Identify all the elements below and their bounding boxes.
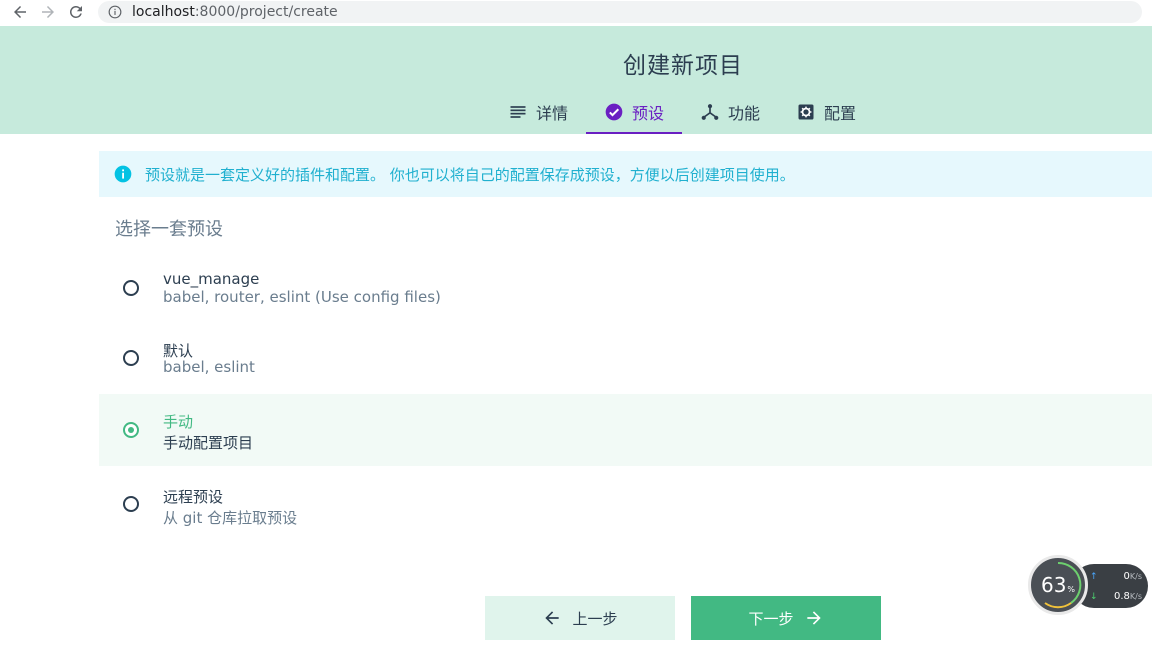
preset-option-default[interactable]: 默认 babel, eslint bbox=[99, 322, 1152, 394]
address-bar[interactable]: localhost:8000/project/create bbox=[98, 1, 1142, 23]
tab-label: 预设 bbox=[632, 104, 665, 123]
page-title: 创建新项目 bbox=[623, 53, 743, 79]
preset-desc: babel, eslint bbox=[163, 358, 255, 376]
preset-option-manual[interactable]: 手动 手动配置项目 bbox=[99, 394, 1152, 466]
arrow-right-icon bbox=[806, 611, 821, 625]
arrow-up-icon: ↑ bbox=[1090, 571, 1098, 582]
button-label: 上一步 bbox=[572, 609, 618, 628]
arrow-left-icon bbox=[545, 611, 560, 625]
preset-option-vue-manage[interactable]: vue_manage babel, router, eslint (Use co… bbox=[99, 252, 1152, 324]
previous-step-button[interactable]: 上一步 bbox=[485, 596, 675, 640]
preset-option-remote[interactable]: 远程预设 从 git 仓库拉取预设 bbox=[99, 468, 1152, 540]
tab-features[interactable]: 功能 bbox=[682, 90, 778, 134]
tab-config[interactable]: 配置 bbox=[778, 90, 874, 134]
radio-button[interactable] bbox=[123, 496, 139, 512]
upload-unit: K/s bbox=[1129, 572, 1142, 581]
preset-name: 手动 bbox=[163, 413, 194, 431]
url-path: :8000/project/create bbox=[194, 4, 338, 20]
button-label: 下一步 bbox=[748, 609, 794, 628]
preset-desc: 手动配置项目 bbox=[163, 434, 254, 452]
forward-arrow-icon[interactable] bbox=[34, 2, 62, 22]
preset-desc: 从 git 仓库拉取预设 bbox=[163, 509, 298, 527]
reload-icon[interactable] bbox=[62, 2, 90, 22]
upload-speed: ↑ 0K/s bbox=[1090, 571, 1142, 582]
preset-name: 远程预设 bbox=[163, 488, 224, 506]
browser-toolbar: localhost:8000/project/create bbox=[0, 0, 1152, 24]
url-host: localhost bbox=[132, 4, 195, 20]
tab-label: 功能 bbox=[728, 104, 761, 123]
radio-button-checked[interactable] bbox=[123, 422, 139, 438]
radio-button[interactable] bbox=[123, 350, 139, 366]
fork-icon bbox=[701, 104, 719, 120]
radio-button[interactable] bbox=[123, 280, 139, 296]
info-icon bbox=[108, 5, 122, 19]
preset-name: vue_manage bbox=[163, 270, 260, 288]
tab-presets[interactable]: 预设 bbox=[586, 90, 683, 134]
check-circle-icon bbox=[605, 103, 623, 121]
info-text: 预设就是一套定义好的插件和配置。 你也可以将自己的配置保存成预设，方便以后创建项… bbox=[145, 165, 795, 184]
tab-label: 详情 bbox=[536, 104, 569, 123]
page-header: 创建新项目 详情 预设 功能 配置 bbox=[0, 26, 1152, 134]
list-icon bbox=[510, 106, 526, 118]
preset-desc: babel, router, eslint (Use config files) bbox=[163, 288, 441, 306]
gear-icon bbox=[798, 104, 814, 120]
next-step-button[interactable]: 下一步 bbox=[691, 596, 881, 640]
arrow-down-icon: ↓ bbox=[1090, 591, 1098, 602]
download-value: 0.8 bbox=[1113, 591, 1130, 602]
info-icon bbox=[114, 165, 132, 183]
download-speed: ↓ 0.8K/s bbox=[1090, 591, 1142, 602]
network-speed-widget[interactable]: ↑ 0K/s ↓ 0.8K/s 63% bbox=[1028, 555, 1152, 617]
gauge-ring-icon bbox=[1044, 561, 1082, 609]
back-arrow-icon[interactable] bbox=[6, 2, 34, 22]
step-tabs: 详情 预设 功能 配置 bbox=[490, 90, 874, 134]
tab-details[interactable]: 详情 bbox=[490, 90, 586, 134]
download-unit: K/s bbox=[1129, 592, 1142, 601]
cpu-gauge: 63% bbox=[1028, 555, 1088, 615]
section-label: 选择一套预设 bbox=[115, 219, 223, 240]
info-banner: 预设就是一套定义好的插件和配置。 你也可以将自己的配置保存成预设，方便以后创建项… bbox=[99, 151, 1152, 197]
tab-label: 配置 bbox=[824, 104, 857, 123]
